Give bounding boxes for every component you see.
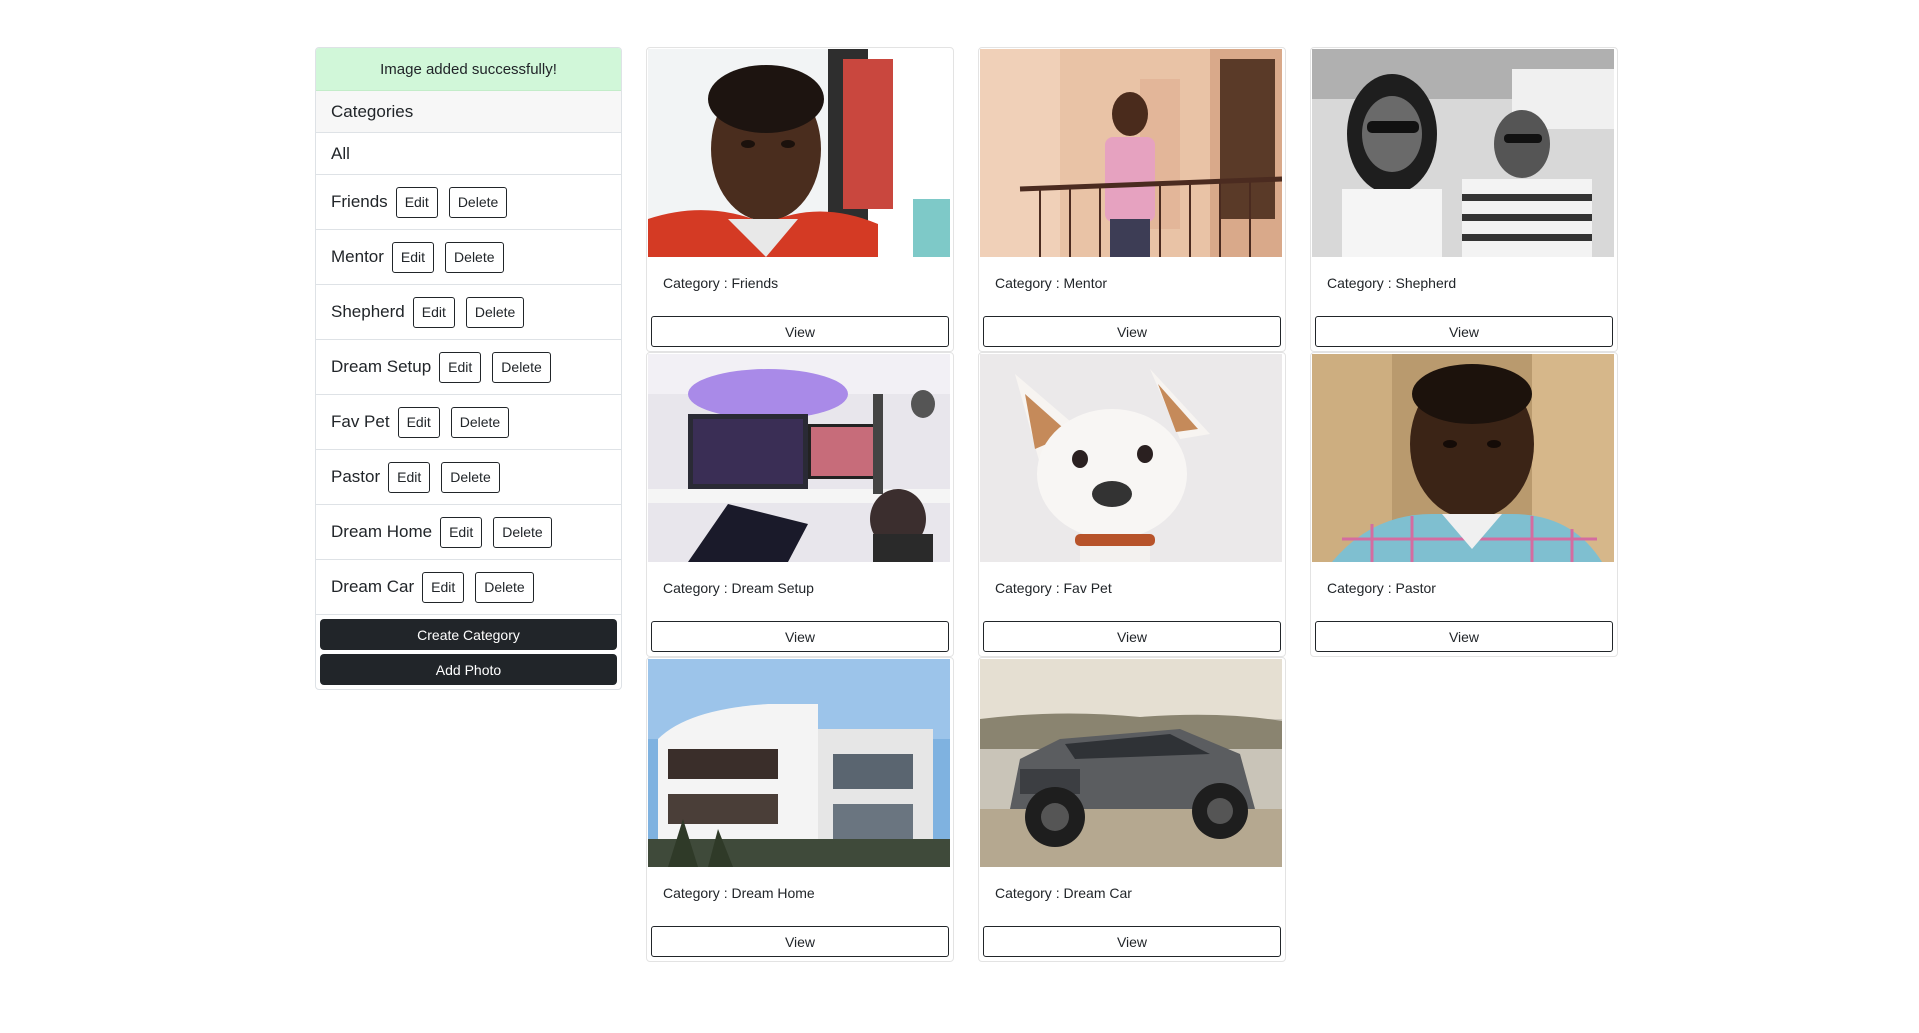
category-name[interactable]: Dream Setup — [331, 357, 431, 377]
photo-card: Category : Friends View — [646, 47, 954, 352]
category-item-dream-car: Dream Car Edit Delete — [316, 560, 621, 615]
page: Image added successfully! Categories All… — [0, 0, 1919, 1033]
photo-fav-pet-image[interactable] — [980, 354, 1282, 562]
delete-button[interactable]: Delete — [493, 516, 552, 548]
photo-card: Category : Fav Pet View — [978, 352, 1286, 657]
edit-button[interactable]: Edit — [395, 186, 438, 218]
delete-button[interactable]: Delete — [465, 296, 525, 328]
edit-button[interactable]: Edit — [391, 241, 435, 273]
edit-button[interactable]: Edit — [388, 461, 431, 493]
view-button[interactable]: View — [983, 621, 1281, 652]
card-category-label: Category : Mentor — [995, 275, 1108, 291]
categories-header: Categories — [316, 91, 621, 133]
edit-button[interactable]: Edit — [397, 406, 440, 438]
view-button[interactable]: View — [1315, 621, 1613, 652]
create-category-button[interactable]: Create Category — [320, 619, 617, 650]
photo-card: Category : Shepherd View — [1310, 47, 1618, 352]
category-item-pastor: Pastor Edit Delete — [316, 450, 621, 505]
category-name[interactable]: Fav Pet — [331, 412, 390, 432]
photo-dream-car-image[interactable] — [980, 659, 1282, 867]
category-item-fav-pet: Fav Pet Edit Delete — [316, 395, 621, 450]
photo-mentor-image[interactable] — [980, 49, 1282, 257]
photo-gallery: Category : Friends View Category: Mento… — [646, 47, 1618, 962]
category-name[interactable]: Friends — [331, 192, 388, 212]
photo-card: Category : Dream Home View — [646, 657, 954, 962]
delete-button[interactable]: Delete — [441, 461, 500, 493]
photo-friends-image[interactable] — [648, 49, 950, 257]
photo-card: Category : Dream Setup View — [646, 352, 954, 657]
delete-button[interactable]: Delete — [448, 186, 508, 218]
card-category-label: Category : Fav Pet — [995, 580, 1112, 596]
category-all[interactable]: All — [316, 133, 621, 175]
photo-dream-home-image[interactable] — [648, 659, 950, 867]
category-name[interactable]: Pastor — [331, 467, 380, 487]
edit-button[interactable]: Edit — [412, 296, 455, 328]
view-button[interactable]: View — [983, 316, 1281, 347]
card-category-label: Category : Dream Setup — [663, 580, 814, 596]
card-category-label: Category : Friends — [663, 275, 779, 291]
view-button[interactable]: View — [651, 926, 949, 957]
category-item-friends: Friends Edit Delete — [316, 175, 621, 230]
delete-button[interactable]: Delete — [492, 351, 551, 383]
view-button[interactable]: View — [651, 621, 949, 652]
category-item-mentor: Mentor Edit Delete — [316, 230, 621, 285]
delete-button[interactable]: Delete — [445, 241, 504, 273]
view-button[interactable]: View — [651, 316, 949, 347]
category-name[interactable]: Mentor — [331, 247, 384, 267]
card-category-label: Category : Shepherd — [1327, 275, 1457, 291]
photo-card: Category : Pastor View — [1310, 352, 1618, 657]
add-photo-button[interactable]: Add Photo — [320, 654, 617, 685]
success-alert: Image added successfully! — [316, 48, 621, 91]
category-item-dream-home: Dream Home Edit Delete — [316, 505, 621, 560]
view-button[interactable]: View — [1315, 316, 1613, 347]
category-name[interactable]: Shepherd — [331, 302, 405, 322]
edit-button[interactable]: Edit — [422, 571, 465, 603]
delete-button[interactable]: Delete — [450, 406, 510, 438]
category-item-shepherd: Shepherd Edit Delete — [316, 285, 621, 340]
category-name[interactable]: Dream Car — [331, 577, 414, 597]
photo-card: Category : Mentor View — [978, 47, 1286, 352]
categories-panel: Image added successfully! Categories All… — [315, 47, 622, 690]
delete-button[interactable]: Delete — [475, 571, 534, 603]
photo-dream-setup-image[interactable] — [648, 354, 950, 562]
photo-card: Category : Dream Car View — [978, 657, 1286, 962]
view-button[interactable]: View — [983, 926, 1281, 957]
edit-button[interactable]: Edit — [439, 351, 482, 383]
card-category-label: Category : Dream Home — [663, 885, 815, 901]
photo-pastor-image[interactable] — [1312, 354, 1614, 562]
category-item-dream-setup: Dream Setup Edit Delete — [316, 340, 621, 395]
card-category-label: Category : Dream Car — [995, 885, 1132, 901]
card-category-label: Category : Pastor — [1327, 580, 1436, 596]
success-alert-text: Image added successfully! — [380, 60, 557, 78]
photo-shepherd-image[interactable] — [1312, 49, 1614, 257]
category-name[interactable]: Dream Home — [331, 522, 432, 542]
edit-button[interactable]: Edit — [440, 516, 483, 548]
